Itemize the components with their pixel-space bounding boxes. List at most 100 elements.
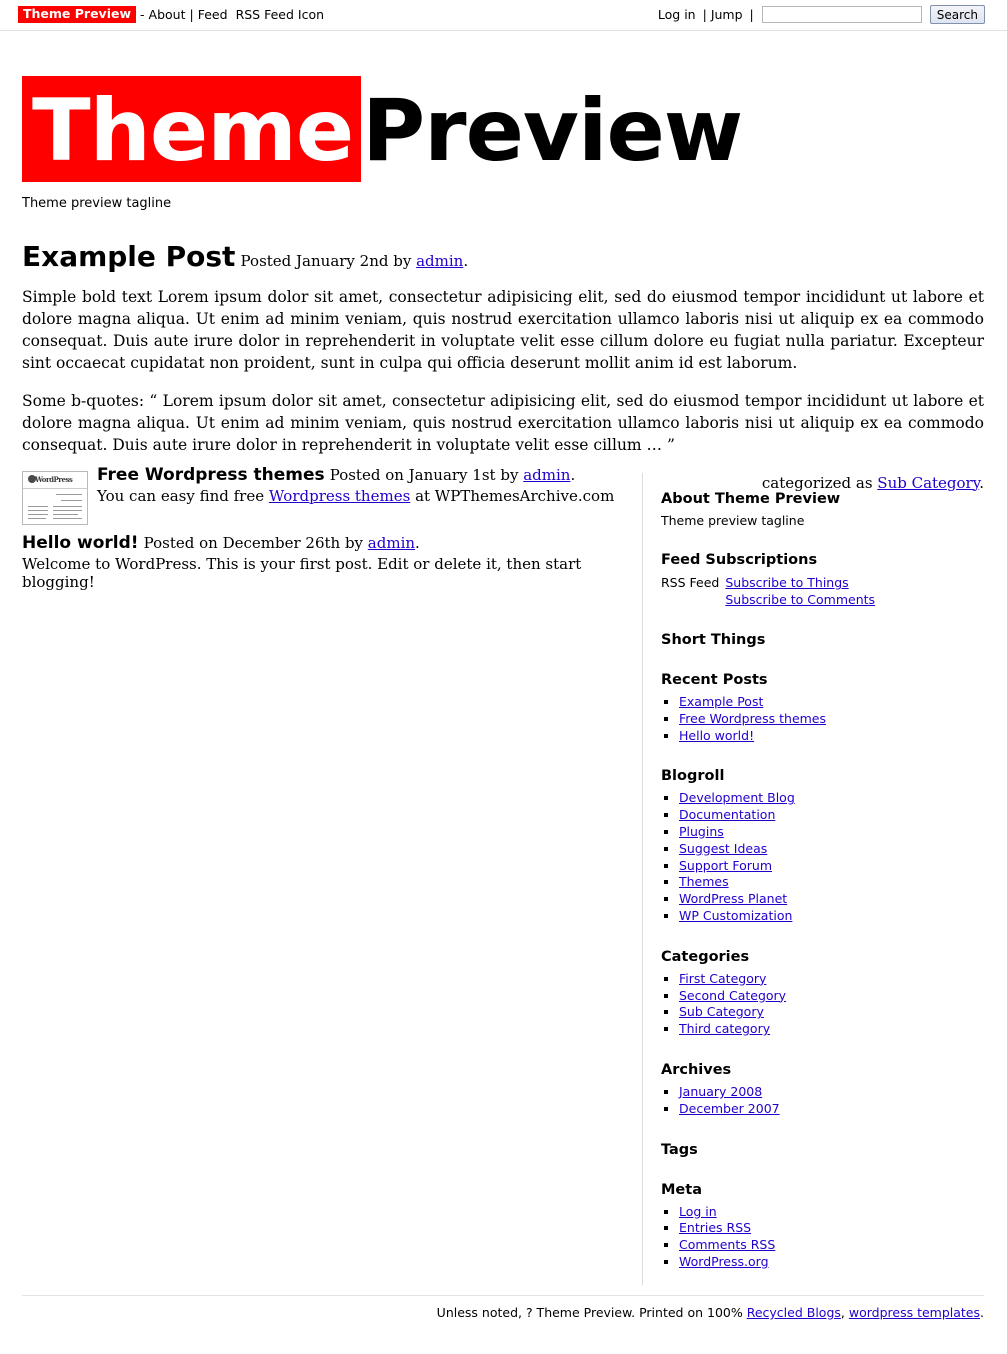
list-item[interactable]: WP Customization [679, 908, 984, 925]
sidebar-feed-links: Subscribe to Things Subscribe to Comment… [725, 574, 875, 608]
site-masthead: Theme Preview Theme preview tagline [22, 76, 982, 211]
site-brand-chip[interactable]: Theme Preview [18, 6, 137, 23]
rss-feed-icon-label: RSS Feed [661, 575, 720, 590]
meta-login-link[interactable]: Log in [679, 1204, 717, 1219]
post-meta: Posted on December 26th by admin. [144, 534, 420, 552]
category-link[interactable]: Sub Category [679, 1004, 764, 1019]
recent-post-link[interactable]: Free Wordpress themes [679, 711, 826, 726]
thumbnail-line [53, 510, 82, 511]
sidebar-heading-meta: Meta [661, 1181, 702, 1198]
list-item[interactable]: Second Category [679, 988, 984, 1005]
recent-post-link[interactable]: Hello world! [679, 728, 754, 743]
archive-link[interactable]: December 2007 [679, 1101, 780, 1116]
post-thumbnail-image[interactable]: WordPress [22, 471, 88, 525]
topbar-pipe-2: | [702, 7, 707, 22]
sidebar-list-blogroll: Development Blog Documentation Plugins S… [661, 790, 984, 924]
post-title-link[interactable]: Free Wordpress themes [97, 465, 325, 485]
post-title-link[interactable]: Hello world! [22, 533, 139, 553]
archive-link[interactable]: January 2008 [679, 1084, 762, 1099]
list-item[interactable]: Third category [679, 1021, 984, 1038]
featured-post-author-link[interactable]: admin [416, 252, 463, 270]
topbar-about-link[interactable]: About [149, 7, 186, 22]
topbar-pipe-1: | [189, 7, 194, 22]
thumbnail-line [28, 518, 46, 519]
list-item[interactable]: January 2008 [679, 1084, 984, 1101]
site-logo[interactable]: Theme Preview [22, 76, 982, 182]
top-bar-left-links: Theme Preview - About | Feed RSS Feed Ic… [18, 6, 324, 23]
sidebar-feed-row: RSS Feed Subscribe to Things Subscribe t… [661, 574, 984, 608]
featured-post-meta-suffix: . [463, 252, 469, 270]
sidebar-heading-archives: Archives [661, 1061, 732, 1078]
list-item[interactable]: Hello world! [679, 728, 984, 745]
rss-feed-icon-link[interactable]: RSS Feed Icon [236, 7, 324, 22]
thumbnail-line [56, 494, 82, 495]
sidebar-heading-tags: Tags [661, 1141, 698, 1158]
recycled-blogs-link[interactable]: Recycled Blogs [747, 1305, 841, 1320]
category-link[interactable]: Third category [679, 1021, 770, 1036]
blogroll-link[interactable]: Plugins [679, 824, 724, 839]
footer-comma: , [840, 1305, 845, 1320]
list-item[interactable]: WordPress.org [679, 1254, 984, 1271]
featured-post-title[interactable]: Example Post [22, 240, 235, 273]
list-item[interactable]: Plugins [679, 824, 984, 841]
list-item[interactable]: Log in [679, 1204, 984, 1221]
list-item[interactable]: First Category [679, 971, 984, 988]
featured-post-paragraph-2: Some b-quotes: “ Lorem ipsum dolor sit a… [22, 391, 984, 454]
blogroll-link[interactable]: Themes [679, 874, 729, 889]
list-item[interactable]: Themes [679, 874, 984, 891]
category-link[interactable]: First Category [679, 971, 766, 986]
thumbnail-line [53, 514, 78, 515]
thumbnail-logo-text: WordPress [35, 475, 73, 484]
list-item[interactable]: Free Wordpress themes [679, 711, 984, 728]
footer-text: Unless noted, ? Theme Preview. Printed o… [436, 1305, 743, 1320]
post-author-link[interactable]: admin [368, 534, 415, 552]
list-item[interactable]: Support Forum [679, 858, 984, 875]
sidebar-heading-short-things: Short Things [661, 632, 766, 648]
search-button[interactable]: Search [929, 5, 985, 24]
wordpress-templates-link[interactable]: wordpress templates [849, 1305, 980, 1320]
list-item[interactable]: Comments RSS [679, 1237, 984, 1254]
recent-post-link[interactable]: Example Post [679, 694, 763, 709]
featured-post-meta: Posted January 2nd by admin. [241, 252, 469, 270]
list-item[interactable]: Development Blog [679, 790, 984, 807]
blogroll-link[interactable]: WordPress Planet [679, 891, 787, 906]
list-item[interactable]: Sub Category [679, 1004, 984, 1021]
post-meta-prefix: Posted on January 1st by [329, 466, 519, 484]
subscribe-to-comments-link[interactable]: Subscribe to Comments [725, 591, 875, 608]
top-bar-right-controls: Log in | Jump | Search [658, 5, 985, 24]
meta-entries-rss-link[interactable]: Entries RSS [679, 1220, 751, 1235]
sidebar-list-categories: First Category Second Category Sub Categ… [661, 971, 984, 1038]
jump-link[interactable]: Jump [711, 7, 743, 22]
login-link[interactable]: Log in [658, 7, 696, 22]
post-excerpt: Welcome to WordPress. This is your first… [22, 555, 582, 591]
meta-wordpress-org-link[interactable]: WordPress.org [679, 1254, 769, 1269]
sidebar-list-archives: January 2008 December 2007 [661, 1084, 984, 1118]
topbar-dash: - [140, 7, 145, 22]
meta-comments-rss-link[interactable]: Comments RSS [679, 1237, 775, 1252]
search-input[interactable] [761, 6, 922, 23]
list-item[interactable]: Suggest Ideas [679, 841, 984, 858]
site-tagline: Theme preview tagline [22, 196, 172, 211]
list-item[interactable]: Entries RSS [679, 1220, 984, 1237]
post-author-link[interactable]: admin [523, 466, 570, 484]
blogroll-link[interactable]: Documentation [679, 807, 775, 822]
post-meta-suffix: . [415, 534, 420, 552]
topbar-pipe-3: | [749, 7, 754, 22]
sidebar: About Theme Preview Theme preview taglin… [642, 473, 984, 1285]
blogroll-link[interactable]: Development Blog [679, 790, 795, 805]
blogroll-link[interactable]: Support Forum [679, 858, 772, 873]
category-link[interactable]: Second Category [679, 988, 786, 1003]
blogroll-link[interactable]: WP Customization [679, 908, 792, 923]
footer-period: . [980, 1305, 984, 1320]
wordpress-themes-link[interactable]: Wordpress themes [269, 487, 410, 505]
site-logo-black-word: Preview [362, 81, 743, 181]
featured-post-paragraph-1: Simple bold text Lorem ipsum dolor sit a… [22, 288, 984, 372]
list-item[interactable]: December 2007 [679, 1101, 984, 1118]
list-item[interactable]: Documentation [679, 807, 984, 824]
topbar-feed-link[interactable]: Feed [198, 7, 228, 22]
post-item-wordpress-themes: WordPress Free Wordpress themes Posted o… [22, 465, 622, 525]
subscribe-to-things-link[interactable]: Subscribe to Things [725, 574, 875, 591]
list-item[interactable]: WordPress Planet [679, 891, 984, 908]
blogroll-link[interactable]: Suggest Ideas [679, 841, 767, 856]
list-item[interactable]: Example Post [679, 694, 984, 711]
